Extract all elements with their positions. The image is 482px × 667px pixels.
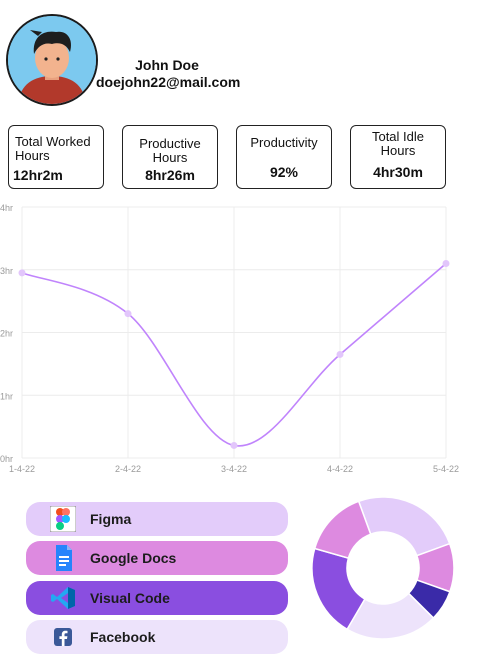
donut-slice [313,500,372,560]
app-usage-donut-chart [311,496,455,640]
y-tick-label: 2hr [0,329,13,339]
app-name: Facebook [90,629,156,645]
facebook-icon [50,624,76,650]
stat-label: Productivity [250,135,318,150]
google-docs-icon [50,545,76,571]
stat-label: Total Idle Hours [371,129,425,158]
data-point [442,259,450,267]
x-tick-label: 2-4-22 [115,464,141,474]
x-tick-label: 3-4-22 [221,464,247,474]
x-tick-label: 4-4-22 [327,464,353,474]
y-tick-label: 1hr [0,391,13,401]
donut-slice [357,496,451,557]
y-tick-label: 3hr [0,266,13,276]
stat-value: 92% [269,164,299,180]
x-tick-label: 5-4-22 [433,464,459,474]
stat-label: Productive Hours [139,136,201,165]
app-item-facebook[interactable]: Facebook [26,620,288,654]
app-item-visual-code[interactable]: Visual Code [26,581,288,615]
stat-card-total-worked: Total Worked Hours 12hr2m [8,125,104,189]
data-point [124,310,132,318]
stat-value: 12hr2m [13,167,63,183]
x-tick-label: 1-4-22 [9,464,35,474]
app-name: Visual Code [90,590,170,606]
app-item-figma[interactable]: Figma [26,502,288,536]
stat-label: Total Worked Hours [15,134,91,163]
data-point [336,350,344,358]
stat-card-productivity: Productivity 92% [236,125,332,189]
data-point [230,441,238,449]
y-tick-label: 0hr [0,454,13,464]
user-name: John Doe [135,57,199,73]
visual-code-icon [50,585,76,611]
app-name: Figma [90,511,132,527]
figma-icon [49,505,77,533]
avatar-man-icon [8,16,96,104]
stat-card-productive: Productive Hours 8hr26m [122,125,218,189]
stat-card-idle: Total Idle Hours 4hr30m [350,125,446,189]
hours-line-chart: 0hr 1hr 2hr 3hr 4hr 1-4-22 2-4-22 3-4-22 4-4-22 5… [0,203,459,474]
user-email: doejohn22@mail.com [96,74,241,90]
app-name: Google Docs [90,550,177,566]
data-point [18,269,26,277]
y-tick-label: 4hr [0,203,13,213]
app-item-google-docs[interactable]: Google Docs [26,541,288,575]
stat-value: 4hr30m [373,164,423,180]
stat-value: 8hr26m [145,167,195,183]
profile-avatar [6,14,98,106]
